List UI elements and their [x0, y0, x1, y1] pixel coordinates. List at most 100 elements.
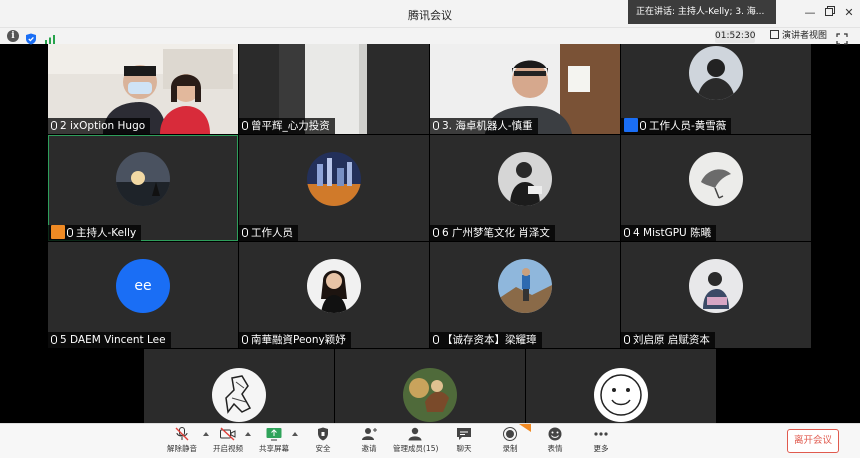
close-icon[interactable]: ✕: [841, 5, 857, 21]
participant-avatar: [212, 368, 266, 422]
manage-members-button[interactable]: 管理成员(15): [393, 427, 439, 457]
participant-avatar: [594, 368, 648, 422]
mic-icon: [640, 121, 646, 130]
participant-name: 工作人员: [239, 225, 298, 241]
participant-avatar: [689, 259, 743, 313]
mic-icon: [67, 228, 73, 237]
participant-tile[interactable]: 主持人-Kelly: [48, 135, 238, 241]
camera-off-icon: [220, 427, 236, 441]
security-label: 安全: [315, 444, 331, 453]
participant-tile[interactable]: 工作人员-黄雪薇: [621, 44, 811, 134]
reactions-button[interactable]: 表情: [533, 427, 577, 457]
unmute-label: 解除静音: [167, 444, 197, 453]
mic-icon: [242, 228, 248, 237]
participant-avatar: [689, 46, 743, 100]
video-options-caret[interactable]: [245, 432, 251, 436]
manage-members-label: 管理成员(15): [393, 444, 439, 453]
mic-icon: [51, 121, 57, 130]
mic-icon: [433, 228, 439, 237]
participant-tile[interactable]: 4 MistGPU 陈曦: [621, 135, 811, 241]
shield-icon: [318, 427, 328, 441]
speaker-view-label: 演讲者视图: [782, 31, 828, 41]
participant-avatar: [498, 152, 552, 206]
more-label: 更多: [593, 444, 609, 453]
chat-button[interactable]: 聊天: [442, 427, 486, 457]
start-video-label: 开启视频: [213, 444, 243, 453]
participant-avatar: [689, 152, 743, 206]
participant-avatar: [498, 259, 552, 313]
record-badge-icon: [519, 424, 531, 432]
mic-muted-icon: [175, 427, 189, 441]
participant-tile[interactable]: 3. 海卓机器人-慎重: [430, 44, 620, 134]
record-label: 录制: [502, 444, 518, 453]
mic-icon: [624, 228, 630, 237]
speaker-view-button[interactable]: 演讲者视图: [770, 30, 827, 43]
info-icon[interactable]: i: [7, 30, 19, 42]
chat-label: 聊天: [456, 444, 472, 453]
mic-icon: [242, 121, 248, 130]
more-button[interactable]: 更多: [579, 427, 623, 457]
shield-icon[interactable]: [25, 30, 37, 45]
share-screen-icon: [266, 428, 282, 441]
participant-name: 2 ixOption Hugo: [48, 118, 151, 134]
smile-icon: [548, 427, 562, 441]
share-screen-label: 共享屏幕: [259, 444, 289, 453]
signal-icon[interactable]: [44, 30, 56, 44]
meeting-window: 腾讯会议 正在讲话: 主持人-Kelly; 3. 海... — ✕ i 01:5…: [0, 0, 860, 458]
members-icon: [408, 427, 422, 441]
unmute-button[interactable]: 解除静音: [160, 427, 204, 457]
participant-tile[interactable]: [526, 349, 716, 423]
participant-name: 刘启原 启赋资本: [621, 332, 715, 348]
info-bar: i 01:52:30 演讲者视图: [0, 27, 860, 45]
layout-icon: [770, 30, 779, 39]
invite-button[interactable]: 邀请: [347, 427, 391, 457]
chat-icon: [457, 428, 471, 440]
security-button[interactable]: 安全: [301, 427, 345, 457]
participant-tile[interactable]: 2 ixOption Hugo: [48, 44, 238, 134]
mic-icon: [433, 335, 439, 344]
meeting-timer: 01:52:30: [715, 30, 756, 43]
participant-name: 6 广州梦笔文化 肖泽文: [430, 225, 555, 241]
invite-label: 邀请: [361, 444, 377, 453]
maximize-icon[interactable]: [822, 5, 838, 21]
participant-name: 4 MistGPU 陈曦: [621, 225, 717, 241]
participant-avatar: [307, 259, 361, 313]
participant-avatar: [307, 152, 361, 206]
mic-icon: [624, 335, 630, 344]
participant-name: 工作人员-黄雪薇: [621, 118, 732, 134]
participant-tile[interactable]: [335, 349, 525, 423]
participant-name: 3. 海卓机器人-慎重: [430, 118, 538, 134]
leave-meeting-button[interactable]: 离开会议: [787, 429, 839, 453]
record-icon: [503, 427, 517, 441]
mic-icon: [242, 335, 248, 344]
fullscreen-icon[interactable]: [836, 30, 850, 45]
minimize-icon[interactable]: —: [802, 5, 818, 21]
speaking-indicator: 正在讲话: 主持人-Kelly; 3. 海...: [628, 0, 776, 24]
participant-tile[interactable]: 曾平辉_心力投资: [239, 44, 429, 134]
participant-tile[interactable]: ee 5 DAEM Vincent Lee: [48, 242, 238, 348]
participant-name: 曾平辉_心力投资: [239, 118, 335, 134]
bottom-toolbar: 解除静音 开启视频 共享屏幕 安全 邀请 管理成员(15) 聊天 录制 表情 更…: [0, 423, 860, 458]
share-options-caret[interactable]: [292, 432, 298, 436]
participant-tile[interactable]: [144, 349, 334, 423]
participant-tile[interactable]: 【诚存资本】梁耀璋: [430, 242, 620, 348]
mic-icon: [51, 335, 57, 344]
participant-tile[interactable]: 6 广州梦笔文化 肖泽文: [430, 135, 620, 241]
participant-avatar: ee: [116, 259, 170, 313]
participant-name: 【诚存资本】梁耀璋: [430, 332, 542, 348]
participant-name: 主持人-Kelly: [48, 225, 142, 241]
participant-tile[interactable]: 南華融資Peony颖妤: [239, 242, 429, 348]
participant-name: 5 DAEM Vincent Lee: [48, 332, 171, 348]
participant-name: 南華融資Peony颖妤: [239, 332, 351, 348]
participant-avatar: [403, 368, 457, 422]
title-bar: 腾讯会议 正在讲话: 主持人-Kelly; 3. 海... — ✕: [0, 0, 860, 27]
participant-tile[interactable]: 刘启原 启赋资本: [621, 242, 811, 348]
participant-tile[interactable]: 工作人员: [239, 135, 429, 241]
more-icon: [594, 432, 608, 436]
start-video-button[interactable]: 开启视频: [206, 427, 250, 457]
invite-icon: [362, 428, 377, 440]
mic-icon: [433, 121, 439, 130]
participant-avatar: [116, 152, 170, 206]
share-screen-button[interactable]: 共享屏幕: [252, 427, 296, 457]
user-badge-icon: [624, 118, 638, 132]
